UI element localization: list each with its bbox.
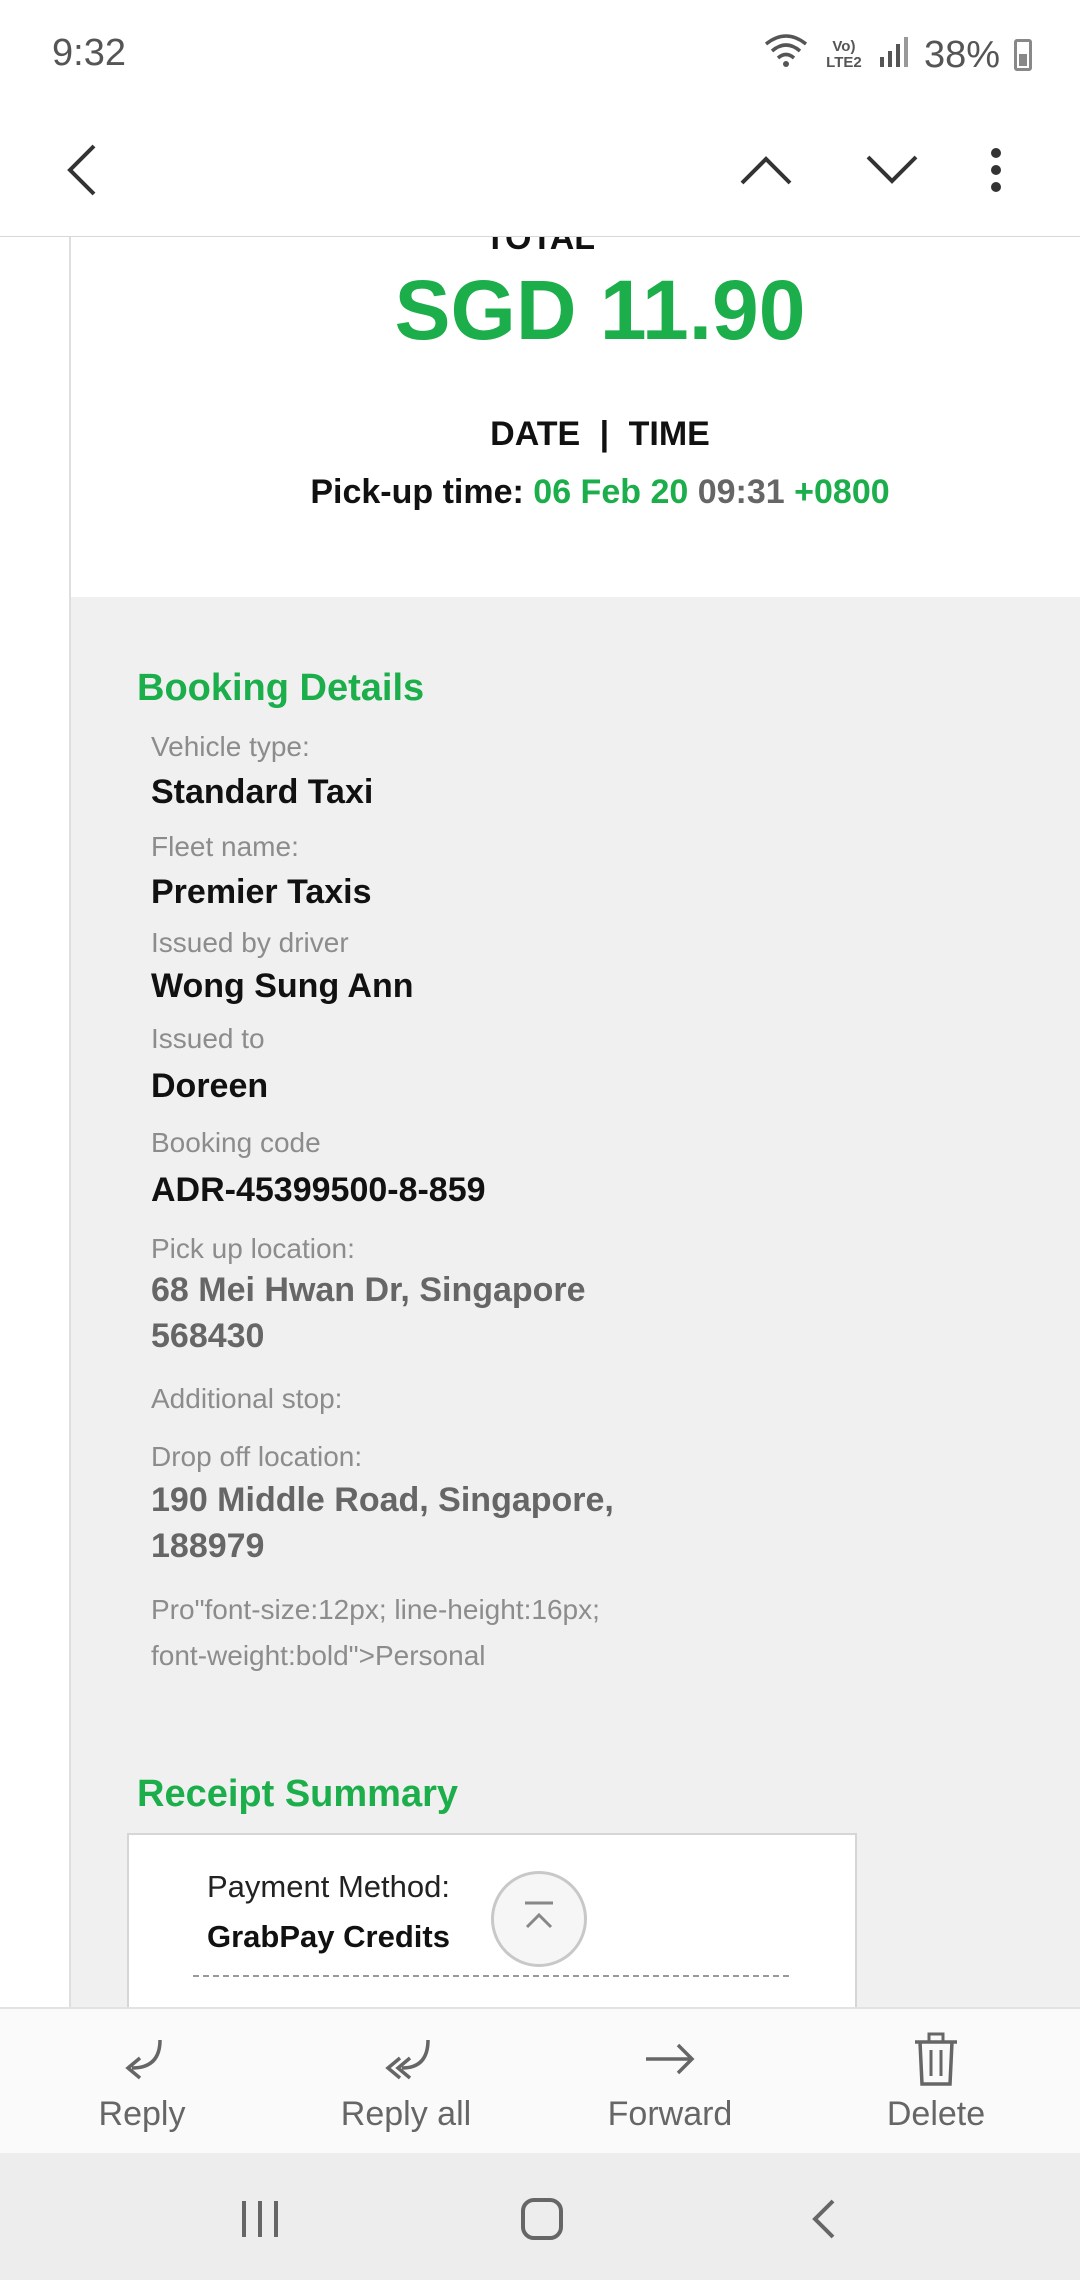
pickup-time-row: Pick-up time: 06 Feb 20 09:31 +0800 bbox=[0, 473, 1080, 512]
scroll-to-top-button[interactable] bbox=[491, 1871, 587, 1967]
chevron-down-icon[interactable] bbox=[852, 130, 932, 210]
payment-method-label: Payment Method: bbox=[207, 1869, 450, 1904]
reply-label: Reply bbox=[98, 2095, 186, 2133]
signal-icon bbox=[879, 34, 910, 77]
forward-button[interactable]: Forward bbox=[535, 2009, 805, 2155]
date-label: DATE bbox=[490, 415, 581, 453]
vehicle-type-value: Standard Taxi bbox=[151, 773, 374, 811]
trash-icon bbox=[911, 2031, 961, 2087]
dropoff-location-value: 190 Middle Road, Singapore, 188979 bbox=[151, 1477, 614, 1569]
fleet-name-value: Premier Taxis bbox=[151, 873, 372, 911]
total-label: TOTAL bbox=[484, 237, 596, 257]
recent-apps-icon[interactable] bbox=[220, 2179, 300, 2259]
reply-button[interactable]: Reply bbox=[7, 2009, 277, 2155]
reply-all-icon bbox=[378, 2031, 434, 2087]
dropoff-location-label: Drop off location: bbox=[151, 1441, 363, 1472]
email-body[interactable]: TOTAL SGD 11.90 DATE | TIME Pick-up time… bbox=[0, 237, 1080, 2007]
pickup-location-label: Pick up location: bbox=[151, 1233, 355, 1264]
booking-details-title: Booking Details bbox=[137, 667, 425, 709]
booking-code-value: ADR-45399500-8-859 bbox=[151, 1171, 486, 1209]
wifi-icon bbox=[764, 32, 808, 78]
status-bar: 9:32 Vo) LTE2 38% bbox=[0, 0, 1080, 110]
system-nav-bar bbox=[0, 2153, 1080, 2280]
back-nav-icon[interactable] bbox=[784, 2179, 864, 2259]
dropoff-location-line2: 188979 bbox=[151, 1527, 265, 1565]
heading-separator: | bbox=[599, 415, 610, 453]
driver-value: Wong Sung Ann bbox=[151, 967, 414, 1005]
pickup-time: 09:31 bbox=[697, 473, 785, 511]
pickup-location-line2: 568430 bbox=[151, 1317, 265, 1355]
receipt-summary-title: Receipt Summary bbox=[137, 1773, 459, 1815]
additional-stop-label: Additional stop: bbox=[151, 1383, 343, 1414]
payment-method-value: GrabPay Credits bbox=[207, 1919, 450, 1954]
battery-icon bbox=[1014, 39, 1032, 71]
chevron-up-icon[interactable] bbox=[726, 130, 806, 210]
email-toolbar bbox=[0, 110, 1080, 238]
email-actions-bar: Reply Reply all Forward Delete bbox=[0, 2007, 1080, 2155]
profile-text: Pro"font-size:12px; line-height:16px; fo… bbox=[151, 1587, 600, 1679]
dropoff-location-line1: 190 Middle Road, Singapore, bbox=[151, 1481, 614, 1519]
reply-all-label: Reply all bbox=[340, 2095, 472, 2133]
delete-button[interactable]: Delete bbox=[801, 2009, 1071, 2155]
back-arrow-icon[interactable] bbox=[42, 130, 122, 210]
battery-percent: 38% bbox=[923, 33, 1000, 76]
total-amount: SGD 11.90 bbox=[394, 263, 806, 357]
status-icons: Vo) LTE2 38% bbox=[764, 30, 1032, 80]
forward-icon bbox=[642, 2031, 698, 2087]
forward-label: Forward bbox=[607, 2095, 733, 2133]
status-time: 9:32 bbox=[52, 32, 126, 74]
pickup-date: 06 Feb 20 bbox=[533, 473, 689, 511]
date-time-heading: DATE | TIME bbox=[0, 415, 1080, 454]
home-icon[interactable] bbox=[502, 2179, 582, 2259]
driver-label: Issued by driver bbox=[151, 927, 349, 958]
network-label: Vo) LTE2 bbox=[826, 38, 862, 71]
more-vertical-icon[interactable] bbox=[956, 130, 1036, 210]
profile-line2: font-weight:bold">Personal bbox=[151, 1640, 486, 1671]
pickup-time-label: Pick-up time: bbox=[310, 473, 524, 511]
booking-code-label: Booking code bbox=[151, 1127, 321, 1158]
vehicle-type-label: Vehicle type: bbox=[151, 731, 310, 762]
time-label: TIME bbox=[628, 415, 710, 453]
fleet-name-label: Fleet name: bbox=[151, 831, 299, 862]
pickup-location-value: 68 Mei Hwan Dr, Singapore 568430 bbox=[151, 1267, 586, 1359]
scroll-top-icon bbox=[519, 1897, 559, 1942]
reply-icon bbox=[114, 2031, 170, 2087]
issued-to-label: Issued to bbox=[151, 1023, 265, 1054]
delete-label: Delete bbox=[886, 2095, 986, 2133]
pickup-location-line1: 68 Mei Hwan Dr, Singapore bbox=[151, 1271, 586, 1309]
issued-to-value: Doreen bbox=[151, 1067, 269, 1105]
booking-details-panel: Booking Details Vehicle type: Standard T… bbox=[71, 597, 1080, 2007]
pickup-timezone: +0800 bbox=[794, 473, 890, 511]
profile-line1: Pro"font-size:12px; line-height:16px; bbox=[151, 1594, 600, 1625]
reply-all-button[interactable]: Reply all bbox=[271, 2009, 541, 2155]
dashed-divider bbox=[193, 1975, 789, 1977]
